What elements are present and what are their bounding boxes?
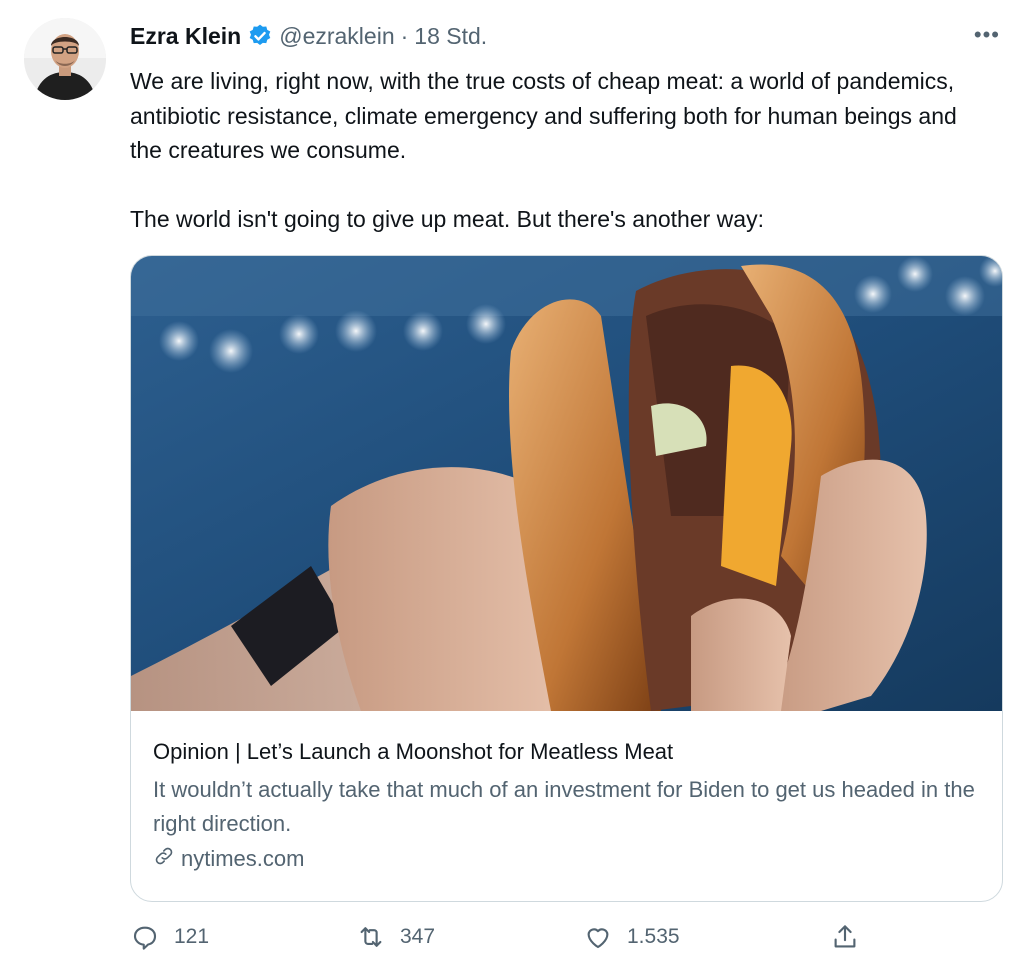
card-domain[interactable]: nytimes.com <box>153 845 980 873</box>
tweet-paragraph: The world isn't going to give up meat. B… <box>130 205 764 232</box>
reply-icon <box>130 922 160 952</box>
share-button[interactable] <box>830 922 860 952</box>
card-domain-text: nytimes.com <box>181 846 305 871</box>
reply-button[interactable]: 121 <box>130 922 209 952</box>
link-icon <box>153 845 175 873</box>
avatar[interactable] <box>24 18 106 100</box>
card-image[interactable] <box>131 256 1002 711</box>
tweet-timestamp[interactable]: 18 Std. <box>414 21 487 51</box>
card-title[interactable]: Opinion | Let’s Launch a Moonshot for Me… <box>153 737 980 767</box>
reply-count: 121 <box>174 925 210 948</box>
verified-badge-icon <box>247 23 273 49</box>
author-handle[interactable]: @ezraklein <box>279 21 394 51</box>
tweet-text: We are living, right now, with the true … <box>130 64 990 236</box>
card-description: It wouldn’t actually take that much of a… <box>153 777 975 836</box>
retweet-icon <box>356 922 386 952</box>
like-icon <box>583 922 613 952</box>
like-count: 1.535 <box>627 925 680 948</box>
like-button[interactable]: 1.535 <box>583 922 680 952</box>
share-icon <box>830 922 860 952</box>
tweet-paragraph: We are living, right now, with the true … <box>130 68 957 163</box>
tweet-header: Ezra Klein @ezraklein · 18 Std. <box>130 21 487 51</box>
retweet-button[interactable]: 347 <box>356 922 435 952</box>
author-name[interactable]: Ezra Klein <box>130 21 241 51</box>
retweet-count: 347 <box>400 925 436 948</box>
avatar-image <box>24 18 106 100</box>
link-card[interactable]: Opinion | Let’s Launch a Moonshot for Me… <box>130 255 1003 902</box>
action-bar: 121 347 1.535 <box>130 922 870 958</box>
separator-dot: · <box>400 23 409 49</box>
more-icon[interactable]: ••• <box>974 22 1000 48</box>
